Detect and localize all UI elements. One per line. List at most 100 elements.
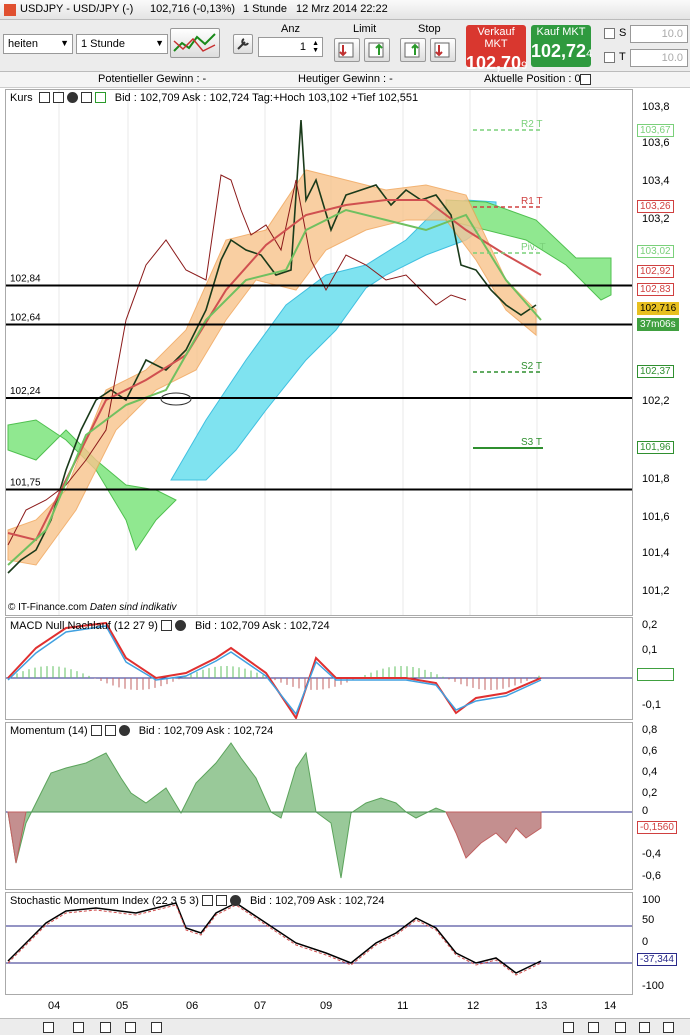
momentum-chart[interactable]: [6, 723, 633, 890]
smi-panel-header: Stochastic Momentum Index (22 3 5 3) Bid…: [10, 895, 385, 907]
momentum-axis-tick: -0,6: [642, 870, 661, 882]
price-axis-tick: 103,2: [642, 213, 670, 225]
export-icon[interactable]: [94, 92, 106, 103]
scroll-right-icon[interactable]: [663, 1022, 674, 1033]
settings-icon[interactable]: [151, 1022, 162, 1033]
maximize-icon[interactable]: [80, 92, 92, 103]
stop-buy-button[interactable]: [430, 38, 456, 62]
wrench-button[interactable]: [233, 34, 253, 54]
smi-chart[interactable]: [6, 893, 633, 995]
price-panel-quote: Bid : 102,709 Ask : 102,724 Tag:+Hoch 10…: [114, 92, 419, 104]
time-axis-tick: 12: [467, 1000, 480, 1012]
sell-market-button[interactable]: Verkauf MKT 102,709: [466, 25, 527, 73]
layout-icon[interactable]: [73, 1022, 84, 1033]
smi-axis-tick: 50: [642, 914, 655, 926]
limit-down-icon: [338, 42, 354, 58]
window-interval: 1 Stunde: [243, 3, 288, 15]
signal-line: [7, 625, 542, 716]
stop-sell-button[interactable]: [400, 38, 426, 62]
price-chart[interactable]: 102,84 102,64 102,24 101,75 R2 T R1 T Piv. T S2…: [6, 90, 633, 616]
wrench-icon[interactable]: [90, 725, 102, 736]
sell-price: 102,70: [466, 53, 522, 73]
close-icon[interactable]: [174, 620, 186, 631]
price-axis: 103,8 103,6 103,4 103,2 102,2 101,8 101,6 101,4…: [633, 89, 690, 616]
macd-panel[interactable]: MACD Null Nachlauf (12 27 9) Bid : 102,7…: [5, 617, 633, 720]
momentum-panel-header: Momentum (14) Bid : 102,709 Ask : 102,72…: [10, 725, 273, 737]
t-input[interactable]: 10.0: [630, 49, 688, 67]
current-position: Aktuelle Position : 0: [484, 73, 581, 85]
price-tag: 102,716: [637, 302, 680, 315]
zoom-icon[interactable]: [125, 1022, 136, 1033]
time-axis-tick: 05: [116, 1000, 129, 1012]
limit-up-icon: [368, 42, 384, 58]
stepper-icon[interactable]: ▲ ▼: [312, 40, 319, 54]
momentum-axis-tick: 0: [642, 805, 649, 817]
title-bar: USDJPY - USD/JPY (-) 102,716 (-0,13%) 1 …: [0, 0, 690, 20]
close-icon[interactable]: [229, 895, 241, 906]
support-line-label: 102,24: [10, 386, 41, 397]
zoom-in-icon[interactable]: [615, 1022, 626, 1033]
support-line-label: 102,64: [10, 313, 41, 324]
macd-title: MACD Null Nachlauf (12 27 9): [10, 620, 158, 632]
smi-quote: Bid : 102,709 Ask : 102,724: [250, 895, 385, 907]
support-line-label: 101,75: [10, 478, 41, 489]
wrench-icon[interactable]: [38, 92, 50, 103]
anz-input[interactable]: 1 ▲ ▼: [258, 37, 323, 57]
momentum-axis-tick: 0,8: [642, 724, 658, 736]
pivot-label: Piv. T: [521, 242, 546, 253]
pivot-label: S2 T: [521, 361, 542, 372]
wrench-icon[interactable]: [160, 620, 172, 631]
window-datetime: 12 Mrz 2014 22:22: [296, 3, 388, 15]
macd-axis-tick: -0,1: [642, 699, 661, 711]
s-checkbox[interactable]: [604, 28, 615, 39]
macd-chart[interactable]: [6, 618, 633, 720]
limit-sell-button[interactable]: [334, 38, 360, 62]
pivot-label: S3 T: [521, 437, 542, 448]
period-select[interactable]: 1 Stunde ▼: [76, 34, 168, 54]
trade-toolbar: heiten ▼ 1 Stunde ▼ Anz 1 ▲ ▼ Limit Stop Ver…: [0, 20, 690, 73]
sell-price-pip: 9: [521, 60, 528, 72]
s-input[interactable]: 10.0: [630, 25, 688, 43]
price-tag: 102,37: [637, 365, 674, 378]
close-icon[interactable]: [118, 725, 130, 736]
reset-icon[interactable]: [639, 1022, 650, 1033]
window-icon[interactable]: [215, 895, 227, 906]
wrench-icon: [237, 38, 249, 50]
print-icon[interactable]: [100, 1022, 111, 1033]
app-icon: [4, 4, 16, 16]
smi-axis-tick: -100: [642, 980, 665, 992]
window-icon[interactable]: [52, 92, 64, 103]
limit-buy-button[interactable]: [364, 38, 390, 62]
zoom-out-icon[interactable]: [588, 1022, 599, 1033]
price-axis-tick: 102,2: [642, 395, 670, 407]
momentum-negative-area-left: [7, 811, 27, 864]
smi-axis-tick: 0: [642, 936, 649, 948]
pivot-label: R1 T: [521, 196, 543, 207]
limit-label: Limit: [353, 23, 377, 35]
sell-label: Verkauf MKT: [477, 26, 515, 50]
s-label: S: [619, 27, 627, 39]
wrench-icon[interactable]: [201, 895, 213, 906]
buy-price-pip: 4: [586, 48, 593, 60]
price-panel[interactable]: 102,84 102,64 102,24 101,75 R2 T R1 T Piv. T S2…: [5, 89, 633, 616]
scroll-left-icon[interactable]: [563, 1022, 574, 1033]
price-axis-tick: 101,2: [642, 585, 670, 597]
buy-market-button[interactable]: Kauf MKT 102,724: [531, 25, 593, 67]
time-axis-tick: 14: [604, 1000, 617, 1012]
smi-signal-line: [7, 904, 542, 976]
close-icon[interactable]: [66, 92, 78, 103]
left-select[interactable]: heiten ▼: [3, 34, 73, 54]
drawing-tool-icon[interactable]: [43, 1022, 54, 1033]
position-close-icon[interactable]: [580, 74, 591, 85]
window-icon[interactable]: [104, 725, 116, 736]
chevron-down-icon: ▼: [60, 38, 69, 48]
t-checkbox[interactable]: [604, 52, 615, 63]
price-axis-tick: 101,8: [642, 473, 670, 485]
momentum-quote: Bid : 102,709 Ask : 102,724: [138, 725, 274, 737]
price-axis-tick: 101,4: [642, 547, 670, 559]
window-title: USDJPY - USD/JPY (-): [20, 3, 134, 15]
chart-type-button[interactable]: [170, 28, 220, 58]
momentum-panel[interactable]: Momentum (14) Bid : 102,709 Ask : 102,72…: [5, 722, 633, 890]
support-line-label: 102,84: [10, 274, 41, 285]
smi-panel[interactable]: Stochastic Momentum Index (22 3 5 3) Bid…: [5, 892, 633, 995]
